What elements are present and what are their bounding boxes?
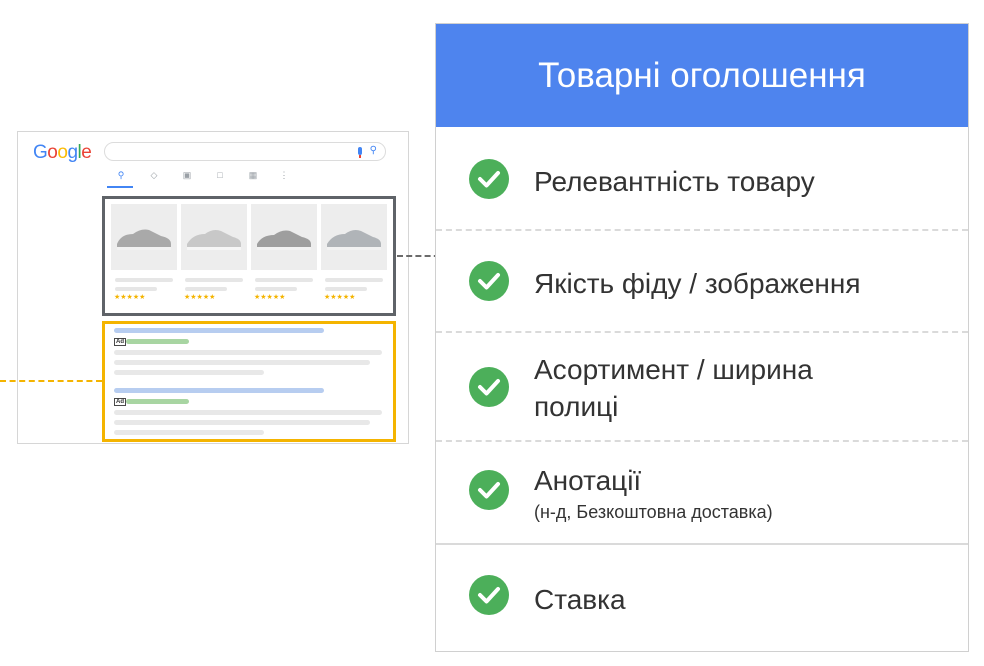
google-logo: Google	[33, 142, 92, 164]
check-icon	[469, 367, 509, 407]
ad-description-line	[114, 410, 382, 415]
logo-letter: G	[33, 142, 48, 163]
product-price-line	[325, 287, 367, 291]
tab-all-icon[interactable]: ⚲	[114, 170, 128, 181]
ad-description-line	[114, 430, 264, 435]
factor-label: Анотації	[534, 465, 642, 496]
check-icon	[469, 470, 509, 510]
product-card[interactable]: ★★★★★	[251, 204, 317, 308]
product-price-line	[185, 287, 227, 291]
rating-stars: ★★★★★	[254, 294, 286, 301]
ad-description-line	[114, 360, 370, 365]
search-input[interactable]: ⚲	[104, 142, 386, 161]
tab-news-icon[interactable]: ▦	[246, 170, 260, 181]
tab-images-icon[interactable]: ▣	[180, 170, 194, 181]
check-icon	[469, 159, 509, 199]
logo-letter: o	[57, 142, 68, 163]
rating-stars: ★★★★★	[324, 294, 356, 301]
ad-headline-line[interactable]	[114, 328, 324, 333]
serp-mockup: Google ⚲ ⚲ ◇ ▣ □ ▦ ⋮ ★★★★★ ★★★★★ ★★★★★ ★…	[17, 131, 409, 444]
rating-stars: ★★★★★	[184, 294, 216, 301]
ad-label: Ad	[114, 338, 126, 346]
search-icon[interactable]: ⚲	[370, 145, 377, 156]
ad-url-line	[126, 399, 189, 404]
active-tab-indicator	[107, 186, 133, 188]
ads-connector-line	[0, 380, 102, 382]
divider	[436, 331, 968, 333]
divider	[436, 543, 968, 545]
check-icon	[469, 575, 509, 615]
divider	[436, 440, 968, 442]
panel-title: Товарні оголошення	[436, 24, 968, 127]
rating-stars: ★★★★★	[114, 294, 146, 301]
product-title-line	[255, 278, 313, 282]
product-price-line	[255, 287, 297, 291]
product-card[interactable]: ★★★★★	[181, 204, 247, 308]
factor-label: Релевантність товару	[534, 166, 815, 197]
product-price-line	[115, 287, 157, 291]
product-card[interactable]: ★★★★★	[321, 204, 387, 308]
more-icon[interactable]: ⋮	[277, 170, 291, 181]
product-card[interactable]: ★★★★★	[111, 204, 177, 308]
logo-letter: e	[81, 142, 92, 163]
check-icon	[469, 261, 509, 301]
sneaker-image	[111, 204, 177, 270]
shopping-ads-factors-panel: Товарні оголошення Релевантність товару …	[435, 23, 969, 652]
product-title-line	[115, 278, 173, 282]
ad-url-line	[126, 339, 189, 344]
factor-label: Якість фіду / зображення	[534, 268, 861, 299]
tab-shopping-icon[interactable]: ◇	[147, 170, 161, 181]
ad-label: Ad	[114, 398, 126, 406]
divider	[436, 229, 968, 231]
ad-description-line	[114, 370, 264, 375]
product-title-line	[325, 278, 383, 282]
shopping-ads-box: ★★★★★ ★★★★★ ★★★★★ ★★★★★	[102, 196, 396, 316]
factor-label: Асортимент / ширина полиці	[534, 354, 813, 422]
logo-letter: o	[47, 142, 58, 163]
ad-headline-line[interactable]	[114, 388, 324, 393]
factor-label: Ставка	[534, 584, 626, 615]
tab-maps-icon[interactable]: □	[213, 170, 227, 180]
sneaker-image	[251, 204, 317, 270]
product-title-line	[185, 278, 243, 282]
sneaker-image	[181, 204, 247, 270]
ad-description-line	[114, 350, 382, 355]
logo-letter: g	[67, 142, 78, 163]
text-ads-box: Ad Ad	[102, 321, 396, 442]
factor-note: (н-д, Безкоштовна доставка)	[534, 502, 773, 522]
ad-description-line	[114, 420, 370, 425]
mic-icon[interactable]	[358, 147, 362, 158]
sneaker-image	[321, 204, 387, 270]
